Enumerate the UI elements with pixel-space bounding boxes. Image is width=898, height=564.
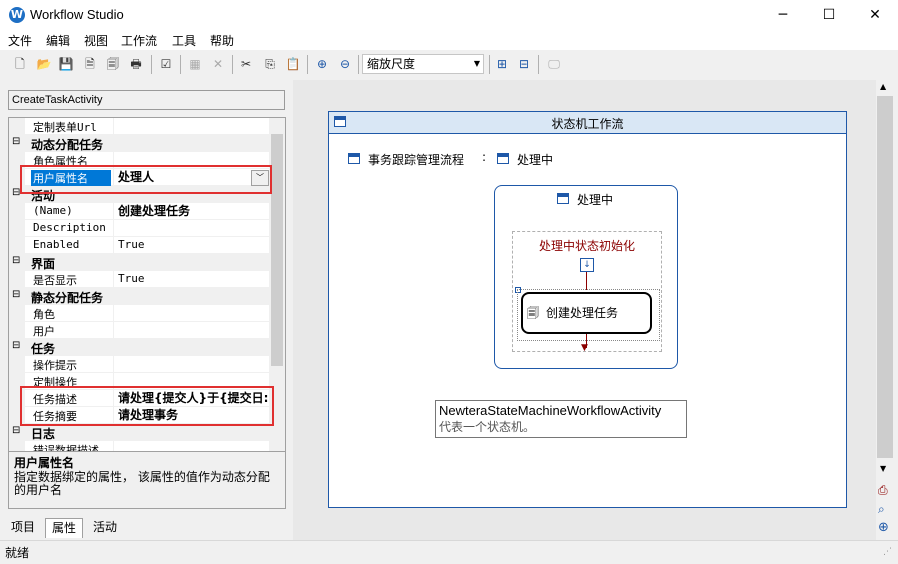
copy-icon[interactable]: ⎘ bbox=[262, 56, 278, 72]
state-icon bbox=[557, 193, 569, 204]
validate-icon[interactable]: ☑ bbox=[158, 56, 174, 72]
menu-bar: 文件 编辑 视图 工作流 工具 帮助 bbox=[0, 30, 898, 50]
collapse-icon[interactable]: ⊟ bbox=[12, 136, 20, 147]
description-text: 指定数据绑定的属性， 该属性的值作为动态分配的用户名 bbox=[14, 470, 270, 497]
collapse-icon[interactable]: ⊟ bbox=[12, 340, 20, 351]
save-as-icon[interactable]: 🗎 bbox=[82, 56, 98, 72]
property-row[interactable]: 用户 bbox=[9, 322, 270, 339]
initialization-title: 处理中状态初始化 bbox=[538, 239, 635, 253]
collapse-icon[interactable]: ⊟ bbox=[12, 289, 20, 300]
property-row[interactable]: 定制表单Url bbox=[9, 118, 270, 135]
menu-workflow[interactable]: 工作流 bbox=[121, 32, 157, 49]
disabled-icon: ▦ bbox=[189, 57, 201, 71]
task-activity-icon: 🗐 bbox=[527, 306, 539, 320]
scrollbar-thumb[interactable] bbox=[271, 134, 283, 366]
fit-icon[interactable]: ⎙ bbox=[878, 483, 888, 498]
minimize-button[interactable]: ─ bbox=[760, 0, 806, 30]
zoom-in-icon[interactable]: ⊕ bbox=[878, 520, 889, 535]
save-all-icon[interactable]: 🗐 bbox=[105, 56, 121, 72]
property-row[interactable]: 角色 bbox=[9, 305, 270, 322]
toolbar-separator bbox=[489, 55, 490, 74]
toolbar-separator bbox=[180, 55, 181, 74]
tooltip-text: 代表一个状态机。 bbox=[439, 420, 536, 434]
initial-state-name[interactable]: 处理中 bbox=[517, 151, 553, 168]
monitor-icon: 🖵 bbox=[548, 57, 560, 71]
property-row[interactable]: 是否显示 True bbox=[9, 271, 270, 288]
toolbar-separator bbox=[307, 55, 308, 74]
arrow-down-icon: ▼ bbox=[581, 343, 588, 353]
menu-help[interactable]: 帮助 bbox=[210, 32, 234, 49]
property-row[interactable]: (Name) 创建处理任务 bbox=[9, 203, 270, 220]
menu-view[interactable]: 视图 bbox=[84, 32, 108, 49]
toolbar-separator bbox=[538, 55, 539, 74]
chevron-down-icon: ▼ bbox=[473, 59, 480, 68]
window-title: Workflow Studio bbox=[30, 7, 124, 22]
toolbar: 🗋 📂 💾 🗎 🗐 🖶 ☑ ▦ ✕ ✂ ⎘ 📋 ⊕ ⊖ 缩放尺度 ▼ ⊞ ⊟ 🖵 bbox=[0, 52, 898, 78]
menu-tools[interactable]: 工具 bbox=[172, 32, 196, 49]
highlight-box bbox=[20, 386, 274, 426]
property-row[interactable]: Enabled True bbox=[9, 237, 270, 254]
description-title: 用户属性名 bbox=[14, 456, 75, 470]
close-button[interactable]: ✕ bbox=[852, 0, 898, 30]
highlight-box bbox=[20, 165, 272, 194]
category-row[interactable]: ⊟ 界面 bbox=[9, 254, 270, 271]
title-bar: W Workflow Studio ─ ☐ ✕ bbox=[0, 0, 898, 30]
find-icon[interactable]: ⌕ bbox=[878, 502, 885, 517]
collapse-icon[interactable]: ⊟ bbox=[516, 56, 532, 72]
status-text: 就绪 bbox=[5, 546, 30, 560]
chevron-up-icon[interactable]: ▲ bbox=[880, 82, 886, 91]
menu-file[interactable]: 文件 bbox=[8, 32, 32, 49]
category-row[interactable]: ⊟ 日志 bbox=[9, 424, 270, 441]
toolbar-separator bbox=[151, 55, 152, 74]
property-description: 用户属性名 指定数据绑定的属性， 该属性的值作为动态分配的用户名 bbox=[8, 451, 286, 509]
resize-grip-icon[interactable]: ⋰ bbox=[883, 547, 892, 557]
toolbar-separator bbox=[358, 55, 359, 74]
maximize-button[interactable]: ☐ bbox=[806, 0, 852, 30]
workflow-icon bbox=[348, 153, 360, 164]
designer-header: 状态机工作流 bbox=[329, 112, 846, 134]
delete-icon[interactable]: ✕ bbox=[210, 56, 226, 72]
tooltip: NewteraStateMachineWorkflowActivity 代表一个… bbox=[435, 400, 687, 438]
print-icon[interactable]: 🖶 bbox=[128, 56, 144, 72]
property-row[interactable]: 操作提示 bbox=[9, 356, 270, 373]
open-folder-icon[interactable]: 📂 bbox=[36, 56, 52, 72]
zoom-select[interactable]: 缩放尺度 ▼ bbox=[362, 54, 484, 74]
start-icon: ↓ bbox=[580, 258, 594, 272]
scrollbar-thumb[interactable] bbox=[877, 96, 893, 458]
state-title: 处理中 bbox=[577, 193, 614, 207]
property-row[interactable]: Description bbox=[9, 220, 270, 237]
category-row[interactable]: ⊟ 任务 bbox=[9, 339, 270, 356]
toolbar-separator bbox=[232, 55, 233, 74]
chevron-down-icon[interactable]: ▼ bbox=[880, 464, 886, 473]
tooltip-title: NewteraStateMachineWorkflowActivity bbox=[439, 403, 662, 418]
panel-tabs: 项目 属性 活动 bbox=[3, 518, 290, 538]
separator-colon: : bbox=[482, 150, 487, 164]
zoom-out-icon[interactable]: ⊖ bbox=[337, 56, 353, 72]
designer-title: 状态机工作流 bbox=[551, 117, 624, 131]
save-icon[interactable]: 💾 bbox=[58, 56, 74, 72]
state-icon bbox=[497, 153, 509, 164]
category-row[interactable]: ⊟ 静态分配任务 bbox=[9, 288, 270, 305]
collapse-icon[interactable]: ⊟ bbox=[12, 425, 20, 436]
menu-edit[interactable]: 编辑 bbox=[46, 32, 70, 49]
status-bar: 就绪 ⋰ bbox=[0, 540, 898, 564]
task-activity-label: 创建处理任务 bbox=[546, 306, 619, 320]
connector-line bbox=[586, 272, 587, 290]
workflow-name: 事务跟踪管理流程 bbox=[368, 153, 465, 167]
zoom-in-icon[interactable]: ⊕ bbox=[314, 56, 330, 72]
collapse-icon[interactable]: ⊟ bbox=[12, 255, 20, 266]
tab-project[interactable]: 项目 bbox=[5, 518, 41, 537]
object-selector[interactable]: CreateTaskActivity bbox=[8, 90, 285, 110]
category-row[interactable]: ⊟ 动态分配任务 bbox=[9, 135, 270, 152]
tab-properties[interactable]: 属性 bbox=[45, 518, 84, 538]
expand-icon[interactable]: ⊞ bbox=[494, 56, 510, 72]
zoom-select-value: 缩放尺度 bbox=[367, 57, 416, 71]
new-file-icon[interactable]: 🗋 bbox=[12, 56, 28, 72]
cut-icon[interactable]: ✂ bbox=[238, 56, 254, 72]
app-icon: W bbox=[9, 7, 25, 23]
paste-icon[interactable]: 📋 bbox=[285, 56, 301, 72]
tab-activities[interactable]: 活动 bbox=[87, 518, 123, 537]
